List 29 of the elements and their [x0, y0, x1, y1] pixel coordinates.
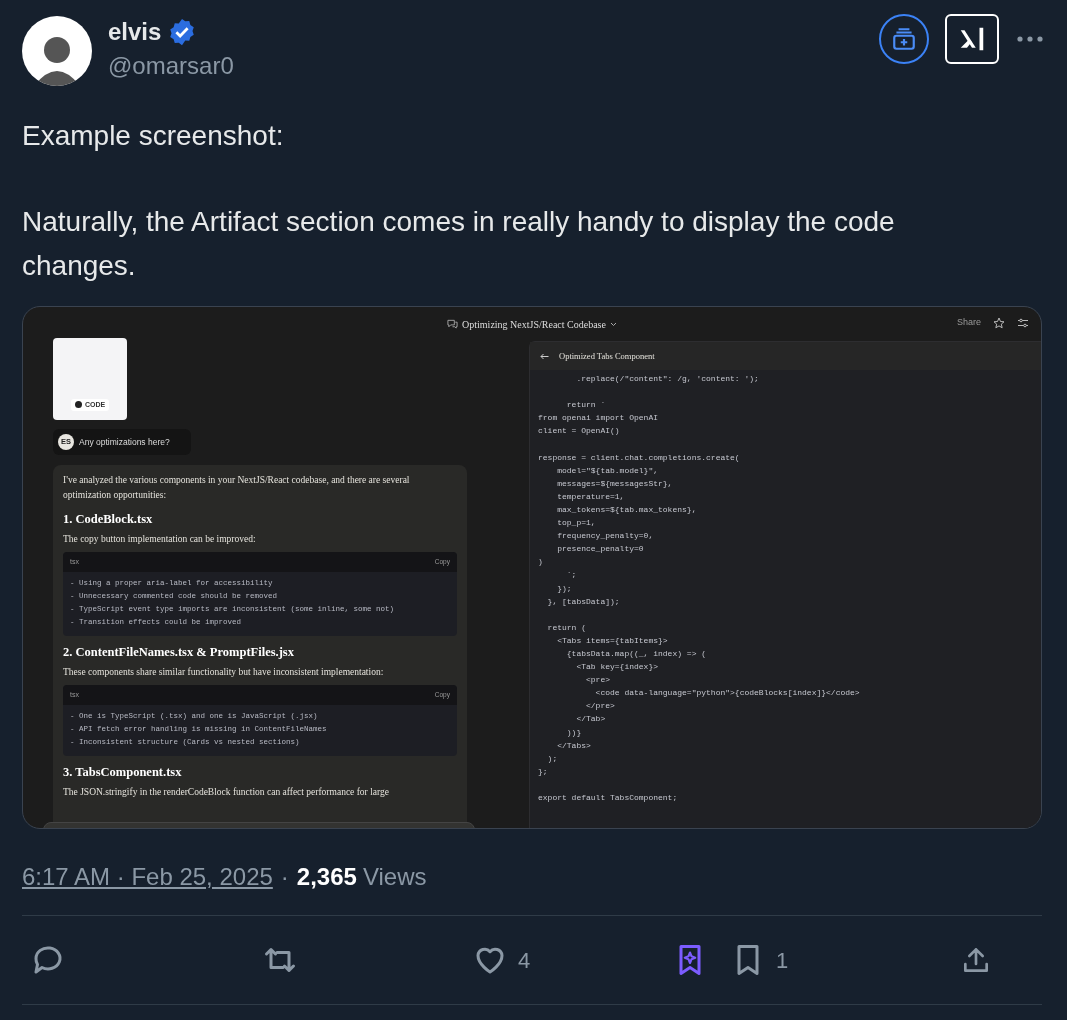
section-heading: 2. ContentFileNames.tsx & PromptFiles.jsx [63, 644, 295, 660]
section-text: These components share similar functionality but have inconsistent implementation: [63, 666, 385, 679]
chat-title[interactable]: Optimizing NextJS/React Codebase [462, 316, 606, 332]
code-listing: .replace(/"content": /g, 'content: '); return ` from openai import OpenAI client = OpenAI() response = client.chat.completions.create( model="${tab.model}", messages=${messagesStr}, temperature=1, max_tokens=${tab.max_tokens}, top_p=1, frequency_penalty=0, presence_penalty=0 ) `; }); }, [tabsData]); return ( <Tabs items={tabItems}> {tabsData.map((_, index) => ( <Tab key={index}> <pre> <code data-language="python">{codeBlocks[index]}</code> </pre> </Tab> ))} </Tabs> ); }; export default TabsComponent; [537, 373, 861, 804]
section-heading: 3. TabsComponent.tsx [63, 764, 183, 780]
views-label: Views [362, 862, 427, 892]
action-count: 1 [776, 946, 789, 975]
artifact-title: Optimized Tabs Component [559, 349, 655, 363]
star-icon[interactable] [993, 316, 1005, 329]
section-text: The copy button implementation can be improved: [63, 533, 257, 546]
share-button[interactable]: Share [956, 316, 981, 330]
action-count: 4 [518, 946, 531, 975]
author-name[interactable]: elvis [108, 17, 162, 47]
response-text: I've analyzed the various components in your NextJS/React codebase, and there are several optimization opportunities: [63, 474, 411, 502]
section-text: The JSON.stringify in the renderCodeBlock function can affect performance for large [63, 786, 390, 799]
user-message: Any optimizations here? [79, 435, 170, 449]
tweet-text: Example screenshot: [22, 119, 285, 153]
views-count: 2,365 [296, 862, 357, 892]
settings-icon[interactable] [1017, 316, 1029, 329]
more-icon[interactable] [1015, 34, 1045, 44]
tweet-text: Naturally, the Artifact section comes in really handy to display the code changes. [22, 205, 896, 283]
section-heading: 1. CodeBlock.tsx [63, 511, 154, 527]
chevron-down-icon[interactable] [609, 321, 617, 327]
author-handle[interactable]: @omarsar0 [108, 51, 234, 81]
back-arrow-icon[interactable] [540, 352, 549, 360]
timestamp-link[interactable]: 6:17 AM · Feb 25, 2025 [22, 859, 273, 895]
separator-dot: · [280, 862, 289, 892]
chat-icon [447, 319, 459, 329]
subscribe-icon[interactable] [879, 14, 929, 64]
